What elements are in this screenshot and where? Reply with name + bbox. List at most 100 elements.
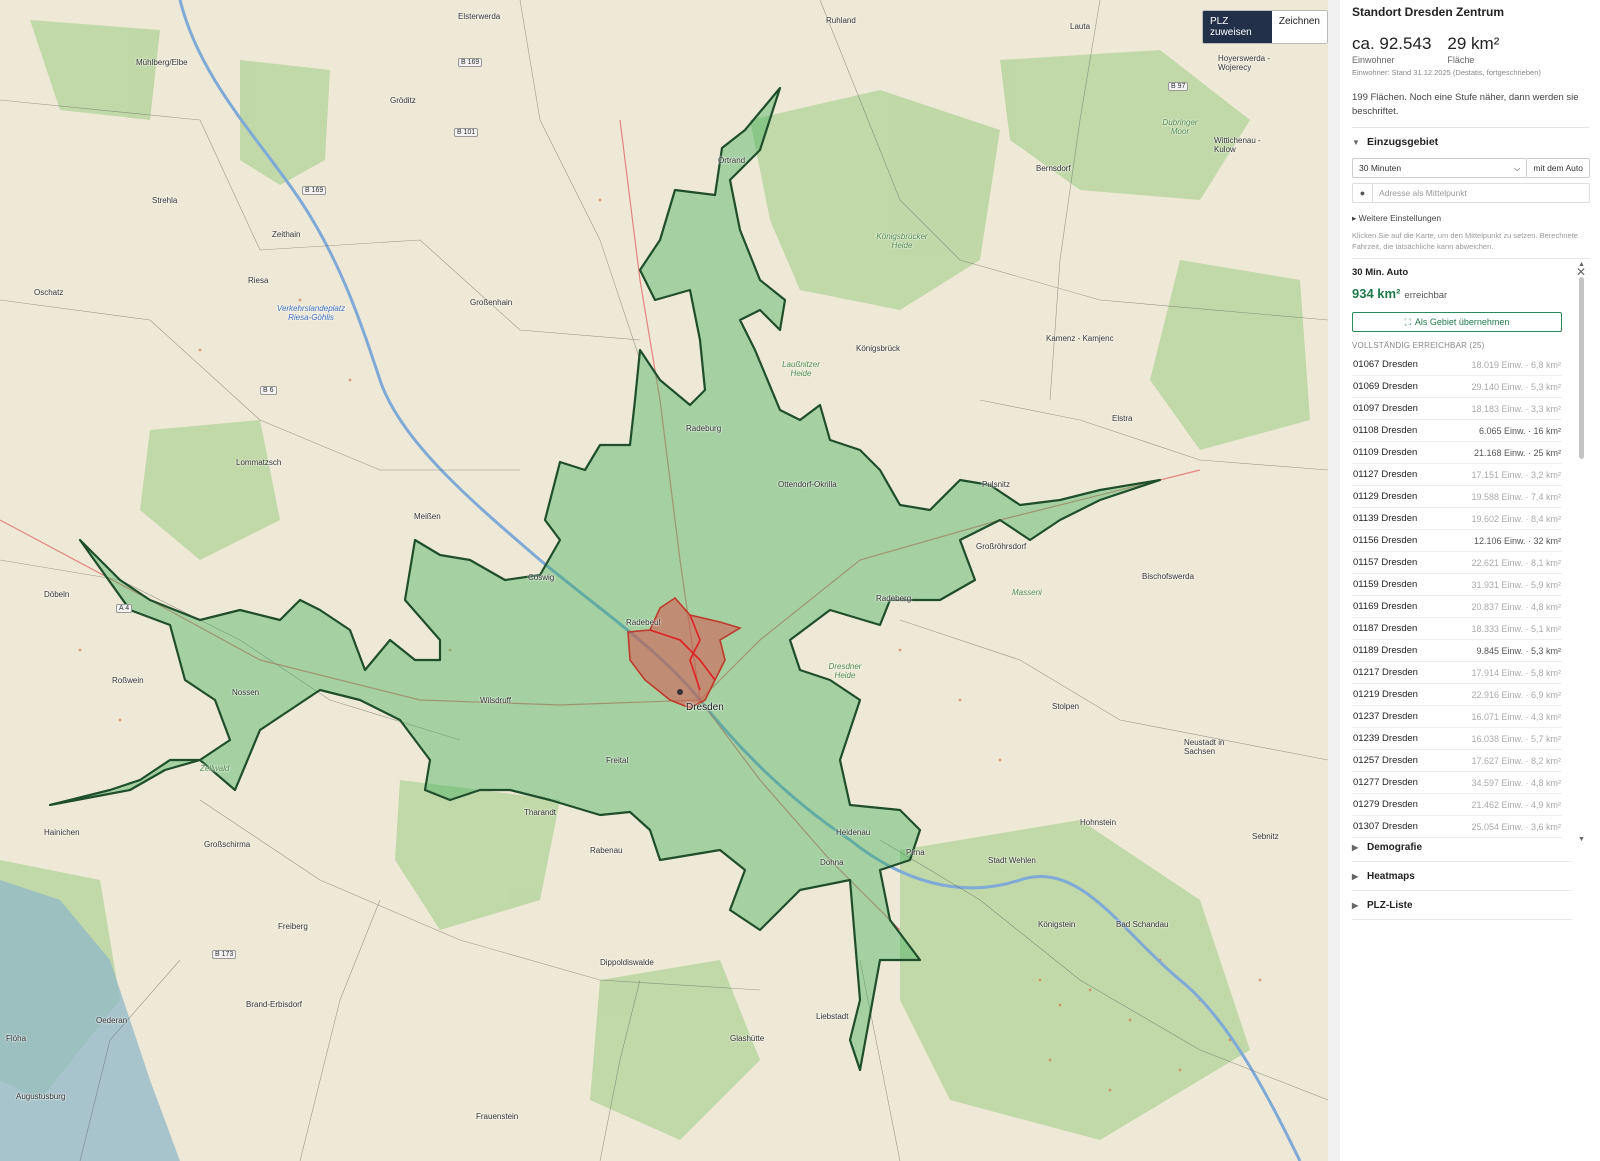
plz-row[interactable]: 01156 Dresden 12.106 Einw. · 32 km² xyxy=(1352,530,1562,552)
map-icon: ⛶ xyxy=(1404,316,1411,327)
place-label: Ortrand xyxy=(718,156,746,165)
location-title: Standort Dresden Zentrum xyxy=(1352,5,1505,19)
plz-row[interactable]: 01108 Dresden 6.065 Einw. · 16 km² xyxy=(1352,420,1562,442)
place-label: Oschatz xyxy=(34,288,64,297)
place-label: Mühlberg/Elbe xyxy=(136,58,188,67)
road-shield: B 169 xyxy=(458,58,483,67)
plz-meta: 6.065 Einw. · 16 km² xyxy=(1478,425,1561,436)
section-toggle-heatmaps[interactable]: ▶ Heatmaps xyxy=(1352,862,1572,891)
place-label: Großenhain xyxy=(470,298,513,307)
assign-plz-button[interactable]: PLZ zuweisen xyxy=(1203,11,1272,43)
travel-mode-select[interactable]: mit dem Auto xyxy=(1527,158,1590,178)
section-toggle-plz-liste[interactable]: ▶ PLZ-Liste xyxy=(1352,891,1572,920)
travel-time-select[interactable]: 30 Minuten ⌵ xyxy=(1352,158,1528,178)
reachable-area-suffix: erreichbar xyxy=(1404,290,1448,301)
catchment-section-toggle[interactable]: ▼ Einzugsgebiet xyxy=(1352,128,1590,158)
plz-name: 01189 Dresden xyxy=(1353,645,1418,656)
plz-name: 01219 Dresden xyxy=(1353,689,1418,700)
map-canvas[interactable] xyxy=(0,0,1328,1161)
area-stat: 29 km² Fläche xyxy=(1447,34,1499,65)
plz-row[interactable]: 01189 Dresden 9.845 Einw. · 5,3 km² xyxy=(1352,640,1562,662)
plz-row[interactable]: 01219 Dresden 22.916 Einw. · 6,9 km² xyxy=(1352,684,1562,706)
place-label: Hohnstein xyxy=(1080,818,1117,827)
plz-row[interactable]: 01257 Dresden 17.627 Einw. · 8,2 km² xyxy=(1352,750,1562,772)
place-label: Strehla xyxy=(152,196,178,205)
triangle-down-icon: ▼ xyxy=(1352,137,1360,147)
plz-row[interactable]: 01187 Dresden 18.333 Einw. · 5,1 km² xyxy=(1352,618,1562,640)
road-shield: B 169 xyxy=(302,186,327,195)
area-label: Dresdner Heide xyxy=(828,662,862,680)
more-settings-toggle[interactable]: ▸ Weitere Einstellungen xyxy=(1352,213,1590,224)
place-label: Kamenz - Kamjenc xyxy=(1046,334,1114,343)
plz-row[interactable]: 01279 Dresden 21.462 Einw. · 4,9 km² xyxy=(1352,794,1562,816)
place-label: Oederan xyxy=(96,1016,128,1025)
plz-row[interactable]: 01127 Dresden 17.151 Einw. · 3,2 km² xyxy=(1352,464,1562,486)
plz-row[interactable]: 01239 Dresden 16.038 Einw. · 5,7 km² xyxy=(1352,728,1562,750)
population-stat: ca. 92.543 Einwohner xyxy=(1352,34,1431,65)
plz-name: 01129 Dresden xyxy=(1353,491,1418,502)
area-label: Laußnitzer Heide xyxy=(782,360,820,378)
map-mode-toggle: PLZ zuweisen Zeichnen xyxy=(1202,10,1328,44)
place-label: Wilsdruff xyxy=(480,696,511,705)
place-label: Gröditz xyxy=(390,96,416,105)
section-label: PLZ-Liste xyxy=(1367,899,1413,911)
plz-name: 01159 Dresden xyxy=(1353,579,1418,590)
road-shield: B 6 xyxy=(260,386,277,395)
triangle-right-icon: ▶ xyxy=(1352,842,1359,852)
place-label: Radeberg xyxy=(876,594,912,603)
plz-row[interactable]: 01067 Dresden 18.019 Einw. · 6,8 km² xyxy=(1352,354,1562,376)
travel-time-value: 30 Minuten xyxy=(1359,163,1402,173)
plz-row[interactable]: 01217 Dresden 17.914 Einw. · 5,8 km² xyxy=(1352,662,1562,684)
plz-name: 01237 Dresden xyxy=(1353,711,1418,722)
list-scrollbar[interactable]: ▲ ▼ xyxy=(1578,261,1585,843)
plz-row[interactable]: 01169 Dresden 20.837 Einw. · 4,8 km² xyxy=(1352,596,1562,618)
plz-meta: 17.151 Einw. · 3,2 km² xyxy=(1471,469,1561,480)
plz-meta: 9.845 Einw. · 5,3 km² xyxy=(1476,645,1561,656)
area-label: Fläche xyxy=(1447,55,1475,65)
plz-row[interactable]: 01069 Dresden 29.140 Einw. · 5,3 km² xyxy=(1352,376,1562,398)
scrollbar-thumb[interactable] xyxy=(1579,277,1584,459)
place-label: Rabenau xyxy=(590,846,623,855)
plz-row[interactable]: 01277 Dresden 34.597 Einw. · 4,8 km² xyxy=(1352,772,1562,794)
plz-row[interactable]: 01097 Dresden 18.183 Einw. · 3,3 km² xyxy=(1352,398,1562,420)
plz-name: 01239 Dresden xyxy=(1353,733,1418,744)
address-placeholder: Adresse als Mittelpunkt xyxy=(1379,188,1467,198)
map-view[interactable]: Elsterwerda Ruhland Lauta Hoyerswerda - … xyxy=(0,0,1328,1161)
area-label: Masseni xyxy=(1012,588,1042,597)
triangle-right-icon: ▶ xyxy=(1352,871,1359,881)
plz-list: 01067 Dresden 18.019 Einw. · 6,8 km² 01069… xyxy=(1352,354,1562,838)
population-value: ca. 92.543 xyxy=(1352,34,1432,53)
area-label: Königsbrücker Heide xyxy=(876,232,928,250)
place-label: Lommatzsch xyxy=(236,458,282,467)
plz-name: 01067 Dresden xyxy=(1353,359,1418,370)
plz-row[interactable]: 01129 Dresden 19.588 Einw. · 7,4 km² xyxy=(1352,486,1562,508)
place-label: Radebeul xyxy=(626,618,661,627)
plz-row[interactable]: 01159 Dresden 31.931 Einw. · 5,9 km² xyxy=(1352,574,1562,596)
location-stats: ca. 92.543 Einwohner 29 km² Fläche xyxy=(1352,34,1590,65)
plz-row[interactable]: 01109 Dresden 21.168 Einw. · 25 km² xyxy=(1352,442,1562,464)
section-label: Heatmaps xyxy=(1367,870,1415,882)
place-label: Stolpen xyxy=(1052,702,1080,711)
adopt-area-label: Als Gebiet übernehmen xyxy=(1414,317,1510,327)
scroll-down-icon[interactable]: ▼ xyxy=(1578,836,1585,843)
adopt-area-button[interactable]: ⛶ Als Gebiet übernehmen xyxy=(1352,312,1562,332)
place-label: Neustadt in Sachsen xyxy=(1184,738,1225,756)
plz-meta: 20.837 Einw. · 4,8 km² xyxy=(1471,601,1561,612)
scroll-up-icon[interactable]: ▲ xyxy=(1578,261,1585,268)
place-label: Glashütte xyxy=(730,1034,765,1043)
place-label: Tharandt xyxy=(524,808,557,817)
plz-row[interactable]: 01237 Dresden 16.071 Einw. · 4,3 km² xyxy=(1352,706,1562,728)
reachable-area: 934 km² erreichbar xyxy=(1352,286,1590,301)
plz-row[interactable]: 01157 Dresden 22.621 Einw. · 8,1 km² xyxy=(1352,552,1562,574)
place-label: Elstra xyxy=(1112,414,1133,423)
place-label: Bernsdorf xyxy=(1036,164,1071,173)
plz-name: 01187 Dresden xyxy=(1353,623,1418,634)
place-label: Großröhrsdorf xyxy=(976,542,1027,551)
plz-row[interactable]: 01307 Dresden 25.054 Einw. · 3,6 km² xyxy=(1352,816,1562,838)
place-label: Stadt Wehlen xyxy=(988,856,1036,865)
catchment-result: 30 Min. Auto ✕ 934 km² erreichbar ⛶ Als … xyxy=(1352,259,1590,843)
plz-row[interactable]: 01139 Dresden 19.602 Einw. · 8,4 km² xyxy=(1352,508,1562,530)
address-input[interactable]: ● Adresse als Mittelpunkt xyxy=(1352,183,1590,203)
draw-button[interactable]: Zeichnen xyxy=(1271,11,1327,43)
plz-meta: 25.054 Einw. · 3,6 km² xyxy=(1471,821,1561,832)
